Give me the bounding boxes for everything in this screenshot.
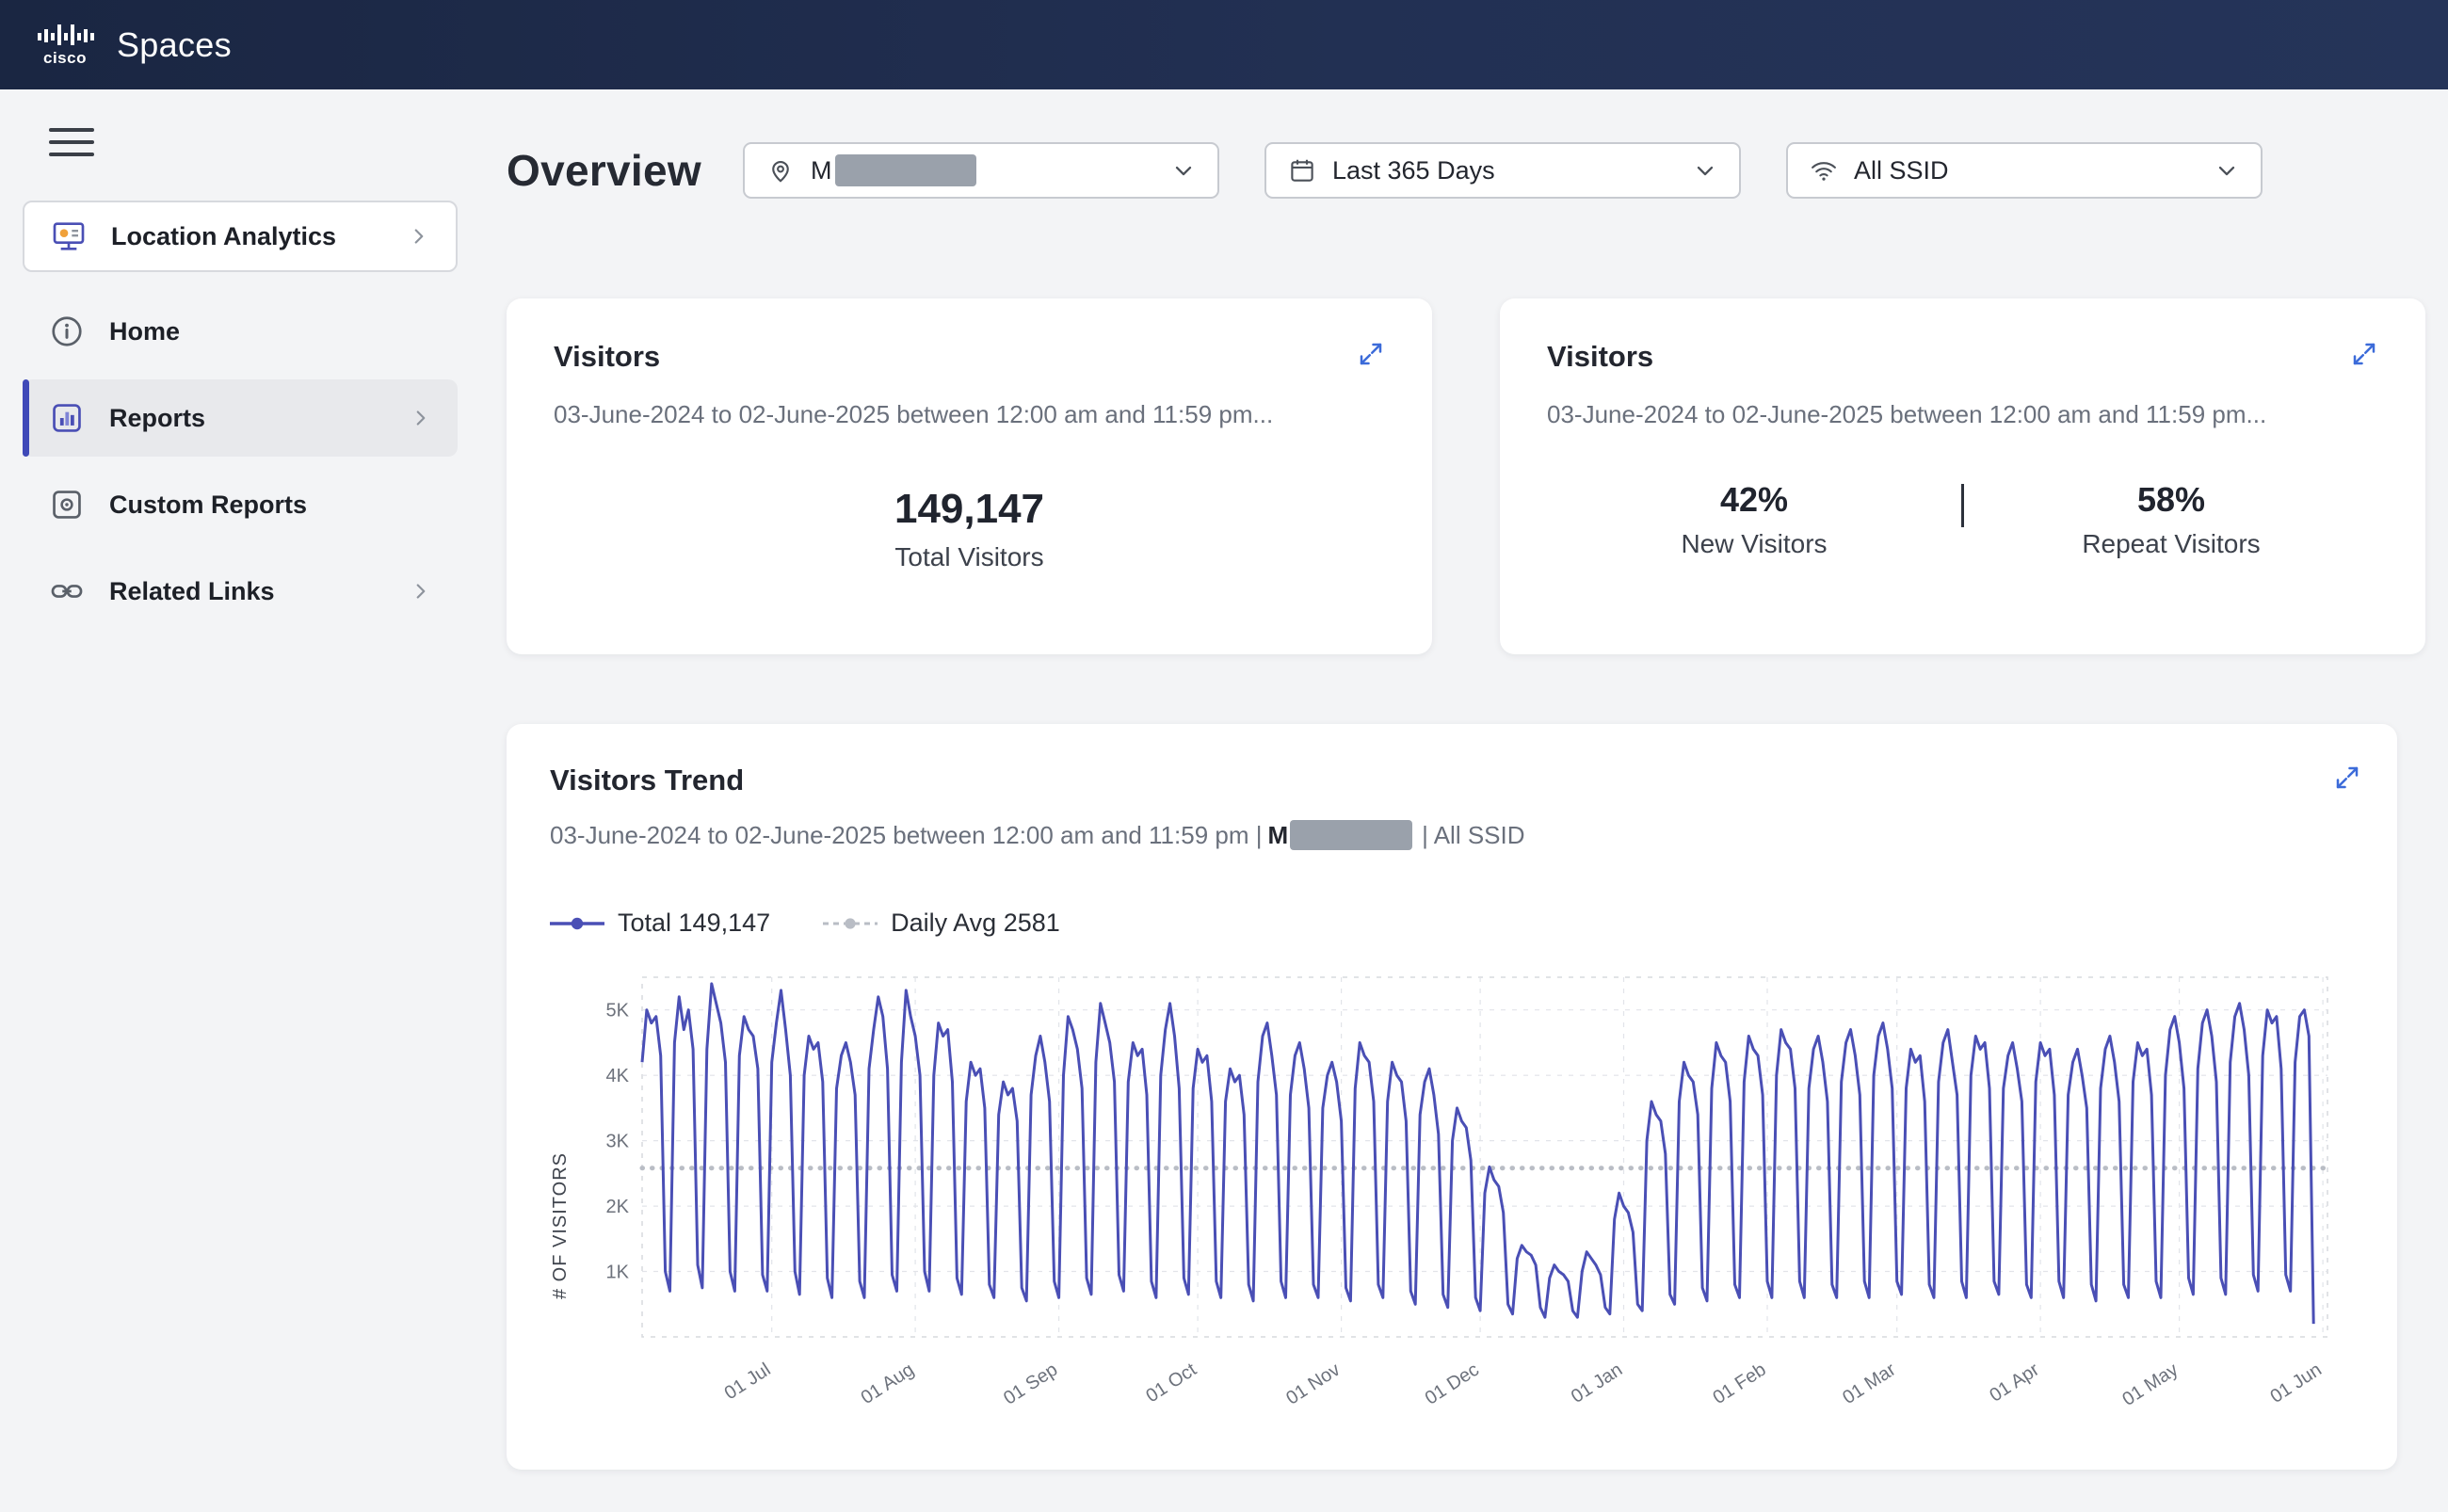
svg-text:01 May: 01 May xyxy=(2118,1359,2182,1410)
expand-icon[interactable] xyxy=(2350,340,2378,368)
date-range-dropdown[interactable]: Last 365 Days xyxy=(1264,142,1741,199)
legend-daily-avg[interactable]: Daily Avg 2581 xyxy=(823,909,1060,938)
svg-text:2K: 2K xyxy=(606,1197,630,1217)
custom-reports-icon xyxy=(47,485,87,524)
svg-text:01 Jul: 01 Jul xyxy=(721,1359,775,1405)
chevron-down-icon xyxy=(1692,157,1718,184)
legend-avg-label: Daily Avg 2581 xyxy=(891,909,1060,938)
y-axis-title: # OF VISITORS xyxy=(550,966,572,1421)
location-pin-icon xyxy=(765,155,796,185)
cisco-logo: cisco xyxy=(36,24,94,66)
total-visitors-label: Total Visitors xyxy=(554,542,1385,572)
sidebar-item-label: Reports xyxy=(109,404,205,433)
card-subtitle: 03-June-2024 to 02-June-2025 between 12:… xyxy=(554,398,1385,431)
svg-text:01 Dec: 01 Dec xyxy=(1422,1359,1483,1409)
app-header: cisco Spaces xyxy=(0,0,2448,89)
repeat-visitors-label: Repeat Visitors xyxy=(2053,529,2289,559)
new-visitors-label: New Visitors xyxy=(1636,529,1872,559)
chevron-right-icon xyxy=(409,406,433,430)
total-visitors-value: 149,147 xyxy=(554,486,1385,533)
sidebar-item-label: Custom Reports xyxy=(109,491,307,520)
svg-text:01 Oct: 01 Oct xyxy=(1142,1359,1200,1407)
app-title: Spaces xyxy=(117,25,232,65)
location-filter-value: M xyxy=(811,156,832,185)
stat-divider xyxy=(1961,484,1964,527)
svg-text:01 Mar: 01 Mar xyxy=(1839,1359,1899,1409)
legend-total-label: Total 149,147 xyxy=(618,909,770,938)
expand-icon[interactable] xyxy=(1357,340,1385,368)
repeat-visitors-pct: 58% xyxy=(2053,480,2289,520)
svg-text:01 Feb: 01 Feb xyxy=(1710,1359,1770,1408)
chevron-right-icon xyxy=(407,224,431,249)
legend-total[interactable]: Total 149,147 xyxy=(550,909,770,938)
redacted-location-name xyxy=(1290,820,1412,850)
card-title: Visitors xyxy=(554,340,660,374)
ssid-filter-value: All SSID xyxy=(1854,156,1949,185)
main-content: Overview M xyxy=(480,89,2448,1512)
sidebar-item-location-analytics[interactable]: Location Analytics xyxy=(23,201,458,272)
wifi-icon xyxy=(1809,155,1839,185)
chart-legend: Total 149,147 Daily Avg 2581 xyxy=(550,909,2361,938)
reports-icon xyxy=(47,398,87,438)
visitor-split-card: Visitors 03-June-2024 to 02-June-2025 be… xyxy=(1500,298,2425,654)
sidebar-item-reports[interactable]: Reports xyxy=(23,379,458,457)
chevron-right-icon xyxy=(409,579,433,603)
redacted-location-name xyxy=(835,154,976,186)
svg-text:4K: 4K xyxy=(606,1066,630,1086)
svg-text:01 Sep: 01 Sep xyxy=(1000,1359,1061,1409)
sidebar-item-label: Location Analytics xyxy=(111,222,336,251)
new-visitors-pct: 42% xyxy=(1636,480,1872,520)
page-title: Overview xyxy=(507,145,701,196)
trend-subtitle-ssid: | All SSID xyxy=(1422,821,1524,850)
ssid-filter-dropdown[interactable]: All SSID xyxy=(1786,142,2263,199)
svg-text:01 Jan: 01 Jan xyxy=(1568,1359,1626,1407)
svg-text:01 Jun: 01 Jun xyxy=(2266,1359,2325,1407)
svg-text:01 Aug: 01 Aug xyxy=(858,1359,918,1408)
sidebar-item-custom-reports[interactable]: Custom Reports xyxy=(23,466,458,543)
sidebar: Location Analytics Home xyxy=(0,89,480,1512)
visitors-trend-card: Visitors Trend 03-June-2024 to 02-June-2… xyxy=(507,724,2397,1470)
svg-text:1K: 1K xyxy=(606,1263,630,1283)
sidebar-item-label: Home xyxy=(109,317,180,346)
chevron-down-icon xyxy=(2214,157,2240,184)
trend-subtitle-range: 03-June-2024 to 02-June-2025 between 12:… xyxy=(550,821,1262,850)
card-title: Visitors Trend xyxy=(550,764,744,797)
cisco-wordmark: cisco xyxy=(43,50,87,66)
calendar-icon xyxy=(1287,155,1317,185)
svg-text:5K: 5K xyxy=(606,1001,630,1021)
sidebar-item-related-links[interactable]: Related Links xyxy=(23,553,458,630)
location-analytics-icon xyxy=(49,217,89,256)
trend-subtitle-site: M xyxy=(1267,821,1288,850)
cisco-logo-bars xyxy=(36,24,94,48)
sidebar-item-home[interactable]: Home xyxy=(23,293,458,370)
card-title: Visitors xyxy=(1547,340,1653,374)
location-filter-dropdown[interactable]: M xyxy=(743,142,1219,199)
info-icon xyxy=(47,312,87,351)
card-subtitle: 03-June-2024 to 02-June-2025 between 12:… xyxy=(1547,398,2378,431)
visitors-trend-chart: 1K 2K 3K 4K 5K 01 Jul 01 Aug 01 Sep 01 Oct 01 Nov… xyxy=(572,966,2342,1421)
menu-hamburger-icon[interactable] xyxy=(49,125,94,159)
date-range-value: Last 365 Days xyxy=(1332,156,1495,185)
trend-subtitle: 03-June-2024 to 02-June-2025 between 12:… xyxy=(550,820,2361,850)
svg-text:01 Apr: 01 Apr xyxy=(1986,1359,2043,1407)
legend-avg-swatch xyxy=(823,916,878,931)
expand-icon[interactable] xyxy=(2333,764,2361,792)
svg-text:3K: 3K xyxy=(606,1132,630,1152)
link-icon xyxy=(47,571,87,611)
legend-total-swatch xyxy=(550,916,604,931)
chevron-down-icon xyxy=(1170,157,1197,184)
sidebar-item-label: Related Links xyxy=(109,577,275,606)
svg-text:01 Nov: 01 Nov xyxy=(1282,1359,1344,1409)
total-visitors-card: Visitors 03-June-2024 to 02-June-2025 be… xyxy=(507,298,1432,654)
